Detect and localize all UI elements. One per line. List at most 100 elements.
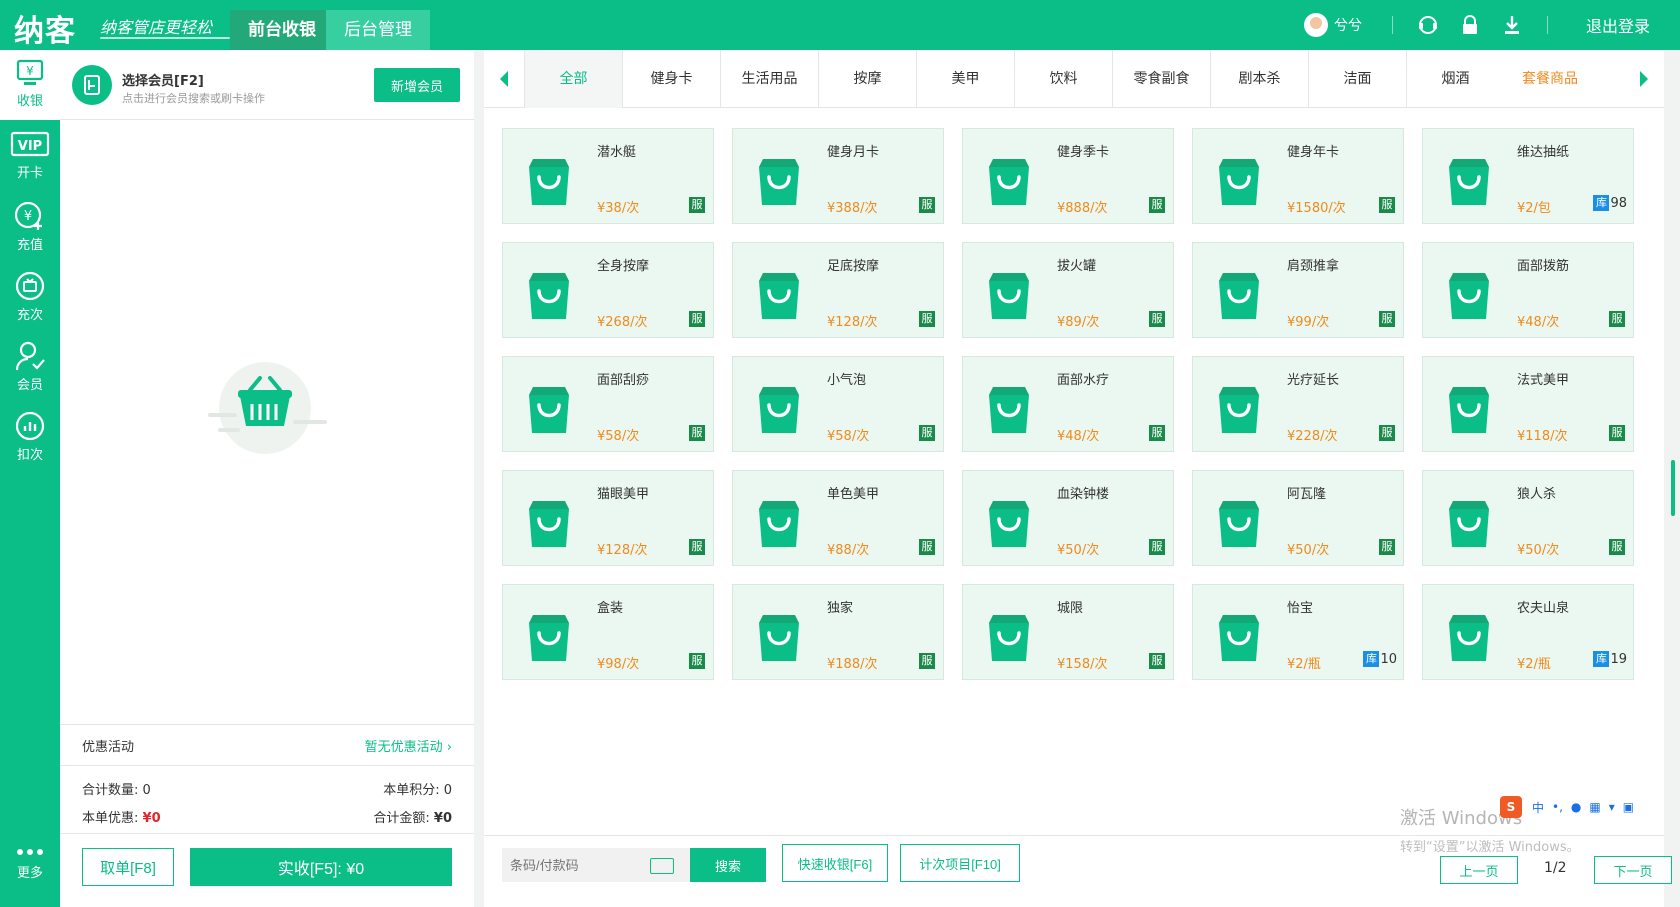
product-card[interactable]: 怡宝 ¥2/瓶 库 10 (1192, 584, 1404, 680)
service-badge: 服 (1609, 311, 1625, 327)
download-icon[interactable] (1501, 14, 1523, 36)
product-card[interactable]: 拔火罐 ¥89/次 服 (962, 242, 1174, 338)
product-card[interactable]: 独家 ¥188/次 服 (732, 584, 944, 680)
product-card[interactable]: 光疗延长 ¥228/次 服 (1192, 356, 1404, 452)
keyboard-icon[interactable] (650, 858, 674, 874)
product-price: ¥118/次 (1517, 429, 1568, 444)
tab-backend-admin[interactable]: 后台管理 (326, 10, 430, 50)
shopping-bag-icon (529, 387, 569, 433)
page-indicator: 1/2 (1544, 860, 1567, 876)
product-price: ¥50/次 (1057, 543, 1100, 558)
product-card[interactable]: 潜水艇 ¥38/次 服 (502, 128, 714, 224)
product-name: 维达抽纸 (1517, 145, 1570, 160)
product-card[interactable]: 足底按摩 ¥128/次 服 (732, 242, 944, 338)
category-tab[interactable]: 健身卡 (622, 50, 720, 108)
logout-button[interactable]: 退出登录 (1586, 13, 1650, 37)
product-card[interactable]: 面部水疗 ¥48/次 服 (962, 356, 1174, 452)
search-button[interactable]: 搜索 (690, 848, 766, 882)
svg-text:VIP: VIP (18, 139, 42, 154)
lock-icon[interactable] (1459, 14, 1481, 36)
member-card-icon (72, 65, 112, 105)
product-card[interactable]: 维达抽纸 ¥2/包 库 98 (1422, 128, 1634, 224)
member-select-bar[interactable]: 选择会员[F2] 点击进行会员搜索或刷卡操作 新增会员 (60, 50, 474, 120)
product-card[interactable]: 狼人杀 ¥50/次 服 (1422, 470, 1634, 566)
top-bar: 纳客 纳客管店更轻松 前台收银 后台管理 兮兮 退出登录 (0, 0, 1680, 50)
category-prev-arrow[interactable] (484, 50, 524, 108)
support-icon[interactable] (1417, 14, 1439, 36)
shopping-bag-icon (1219, 501, 1259, 547)
sidebar-item-open-card[interactable]: VIP 开卡 (0, 122, 60, 192)
product-name: 肩颈推拿 (1287, 259, 1340, 274)
product-card[interactable]: 健身月卡 ¥388/次 服 (732, 128, 944, 224)
prev-page-button[interactable]: 上一页 (1440, 856, 1518, 884)
shopping-bag-icon (989, 387, 1029, 433)
category-next-arrow[interactable] (1624, 50, 1664, 108)
product-price: ¥388/次 (827, 201, 878, 216)
fast-checkout-button[interactable]: 快速收银[F6] (782, 844, 888, 882)
product-card[interactable]: 健身季卡 ¥888/次 服 (962, 128, 1174, 224)
tab-front-checkout[interactable]: 前台收银 (230, 10, 334, 50)
product-card[interactable]: 小气泡 ¥58/次 服 (732, 356, 944, 452)
add-member-button[interactable]: 新增会员 (374, 68, 460, 102)
category-tab[interactable]: 零食副食 (1112, 50, 1210, 108)
product-card[interactable]: 肩颈推拿 ¥99/次 服 (1192, 242, 1404, 338)
service-badge: 服 (1149, 197, 1165, 213)
category-tab[interactable]: 套餐商品 (1510, 50, 1590, 108)
product-price: ¥2/瓶 (1287, 657, 1321, 672)
sidebar-item-member[interactable]: 会员 (0, 332, 60, 402)
sidebar-item-checkout[interactable]: ¥ 收银 (0, 50, 60, 120)
retrieve-order-button[interactable]: 取单[F8] (82, 848, 174, 886)
product-card[interactable]: 健身年卡 ¥1580/次 服 (1192, 128, 1404, 224)
product-card[interactable]: 全身按摩 ¥268/次 服 (502, 242, 714, 338)
service-badge: 服 (1149, 539, 1165, 555)
order-discount-label: 本单优惠: (82, 810, 139, 826)
category-tab[interactable]: 剧本杀 (1210, 50, 1308, 108)
category-tab[interactable]: 全部 (524, 50, 622, 108)
user-menu[interactable]: 兮兮 (1303, 13, 1362, 37)
product-card[interactable]: 血染钟楼 ¥50/次 服 (962, 470, 1174, 566)
scrollbar-thumb[interactable] (1671, 460, 1675, 516)
promotion-value[interactable]: 暂无优惠活动 › (365, 736, 452, 755)
promotion-row[interactable]: 优惠活动 暂无优惠活动 › (60, 724, 474, 766)
sidebar-item-more[interactable]: 更多 (0, 826, 60, 896)
product-price: ¥268/次 (597, 315, 648, 330)
cart-panel: 选择会员[F2] 点击进行会员搜索或刷卡操作 新增会员 优惠活动 暂无优惠活动 … (60, 50, 474, 907)
product-card[interactable]: 盒装 ¥98/次 服 (502, 584, 714, 680)
category-tab[interactable]: 按摩 (818, 50, 916, 108)
product-card[interactable]: 猫眼美甲 ¥128/次 服 (502, 470, 714, 566)
service-badge: 服 (919, 311, 935, 327)
svg-text:¥: ¥ (24, 209, 32, 224)
category-tab[interactable]: 烟酒 (1406, 50, 1504, 108)
product-card[interactable]: 面部刮痧 ¥58/次 服 (502, 356, 714, 452)
next-page-button[interactable]: 下一页 (1594, 856, 1672, 884)
product-card[interactable]: 城限 ¥158/次 服 (962, 584, 1174, 680)
product-card[interactable]: 阿瓦隆 ¥50/次 服 (1192, 470, 1404, 566)
category-tab[interactable]: 洁面 (1308, 50, 1406, 108)
service-badge: 服 (1379, 197, 1395, 213)
empty-cart-illustration (200, 360, 330, 464)
product-price: ¥88/次 (827, 543, 870, 558)
shopping-bag-icon (989, 159, 1029, 205)
service-badge: 服 (1379, 539, 1395, 555)
keyboard-mini-icon: ▦ (1589, 800, 1601, 814)
shopping-bag-icon (529, 273, 569, 319)
category-tab[interactable]: 生活用品 (720, 50, 818, 108)
sidebar-item-recharge[interactable]: ¥ 充值 (0, 192, 60, 262)
pay-button[interactable]: 实收[F5]: ¥0 (190, 848, 452, 886)
sidebar-item-deduct[interactable]: 扣次 (0, 402, 60, 472)
sidebar-item-recharge-times[interactable]: 充次 (0, 262, 60, 332)
service-badge: 服 (1379, 425, 1395, 441)
product-price: ¥888/次 (1057, 201, 1108, 216)
category-tab[interactable]: 饮料 (1014, 50, 1112, 108)
more-icon (17, 849, 43, 855)
product-card[interactable]: 法式美甲 ¥118/次 服 (1422, 356, 1634, 452)
product-card[interactable]: 单色美甲 ¥88/次 服 (732, 470, 944, 566)
ime-toolbar[interactable]: S 中 •, ● ▦ ▾ ▣ (1500, 796, 1639, 818)
shopping-bag-icon (759, 501, 799, 547)
product-card[interactable]: 农夫山泉 ¥2/瓶 库 19 (1422, 584, 1634, 680)
product-card[interactable]: 面部拨筋 ¥48/次 服 (1422, 242, 1634, 338)
apps-icon: ▣ (1622, 800, 1635, 814)
count-items-button[interactable]: 计次项目[F10] (900, 844, 1020, 882)
category-tab[interactable]: 美甲 (916, 50, 1014, 108)
product-name: 农夫山泉 (1517, 601, 1570, 616)
